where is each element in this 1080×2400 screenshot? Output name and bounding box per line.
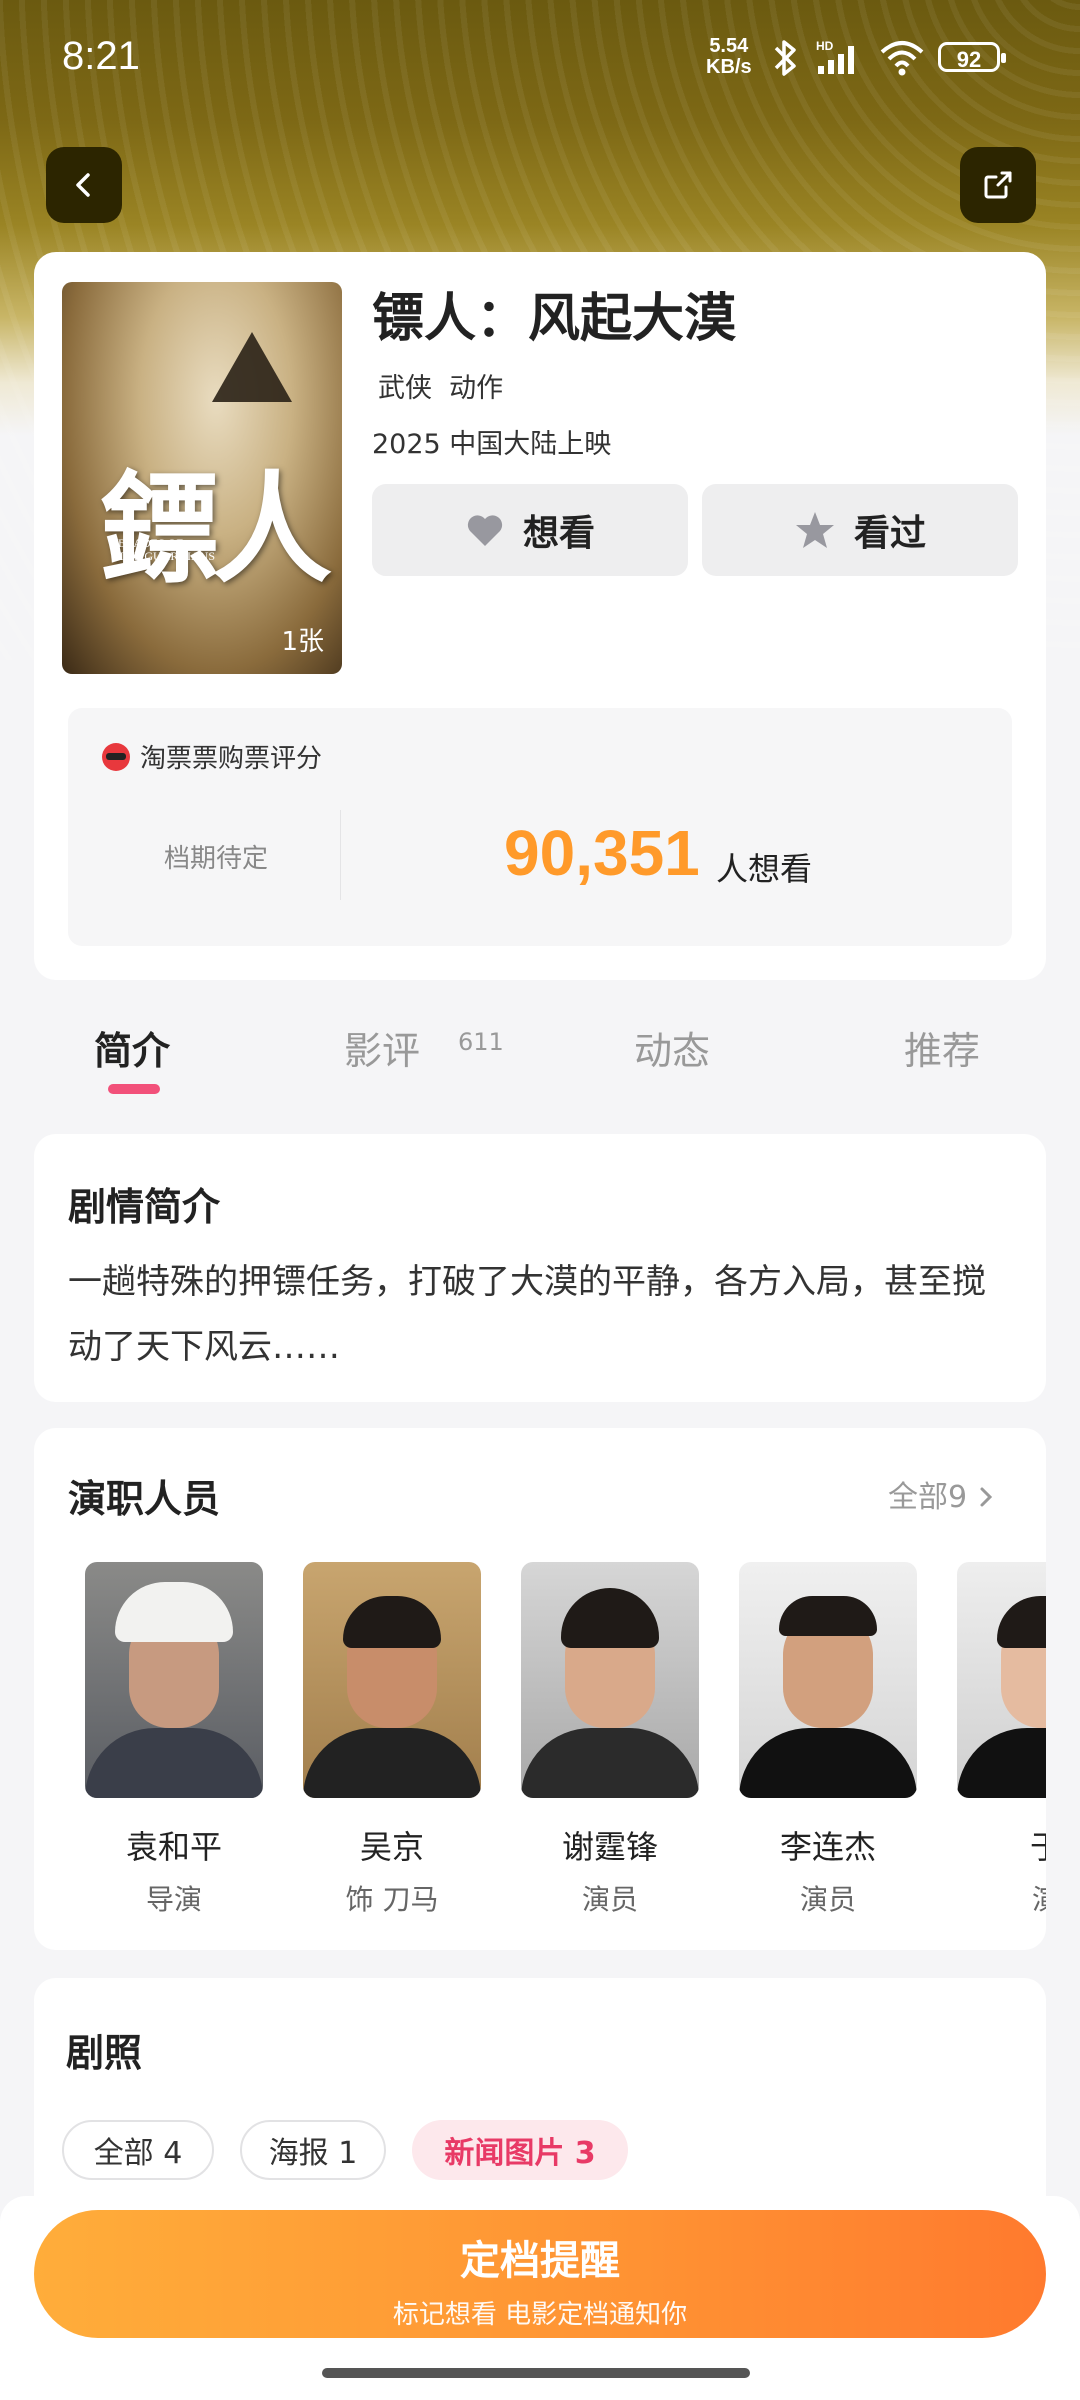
cast-member[interactable]: 于 演 — [956, 1562, 1046, 1918]
stills-filter-all[interactable]: 全部 4 — [62, 2120, 214, 2180]
cast-photo — [739, 1562, 917, 1798]
bluetooth-icon — [774, 40, 796, 76]
movie-poster[interactable]: 鏢人 BLADES OF THE GUARDIANS 1张 — [62, 282, 342, 674]
poster-count: 1张 — [281, 627, 324, 657]
want-count-suffix: 人想看 — [716, 850, 813, 888]
watched-button[interactable]: 看过 — [702, 484, 1018, 576]
watched-label: 看过 — [853, 513, 926, 554]
cast-name: 吴京 — [359, 1828, 424, 1866]
cast-photo — [521, 1562, 699, 1798]
cast-photo — [303, 1562, 481, 1798]
tab-reviews[interactable]: 影评 — [344, 1020, 420, 1075]
network-speed-unit: KB/s — [706, 56, 752, 78]
hair-shape — [997, 1596, 1046, 1648]
tab-reviews-count: 611 — [458, 1028, 504, 1056]
cast-name: 于 — [1029, 1828, 1046, 1866]
shirt-shape — [85, 1728, 263, 1798]
rating-source-label: 淘票票购票评分 — [140, 744, 323, 774]
tab-indicator — [108, 1084, 160, 1094]
cast-member[interactable]: 袁和平 导演 — [84, 1562, 264, 1918]
movie-title: 镖人：风起大漠 — [372, 289, 737, 349]
cast-see-all-label: 全部9 — [888, 1480, 968, 1515]
cast-scroller[interactable]: 袁和平 导演 吴京 饰 刀马 谢霆锋 演员 李连杰 演员 于 演 — [34, 1562, 1046, 1922]
back-button[interactable] — [46, 147, 122, 223]
tab-intro[interactable]: 简介 — [94, 1020, 170, 1075]
movie-genres: 武侠 动作 — [378, 373, 504, 404]
cast-name: 袁和平 — [125, 1828, 222, 1866]
cast-see-all-button[interactable]: 全部9 — [888, 1472, 995, 1516]
cast-role: 导演 — [145, 1883, 202, 1916]
status-bar: 8:21 5.54 KB/s HD 92 — [0, 0, 1080, 120]
cast-heading: 演职人员 — [68, 1477, 221, 1521]
synopsis-heading: 剧情简介 — [68, 1185, 221, 1229]
cast-role: 饰 刀马 — [345, 1883, 439, 1916]
status-time: 8:21 — [62, 34, 140, 78]
want-to-watch-button[interactable]: 想看 — [372, 484, 688, 576]
cast-member[interactable]: 吴京 饰 刀马 — [302, 1562, 482, 1918]
home-indicator[interactable] — [322, 2368, 750, 2378]
cast-role: 演员 — [581, 1883, 638, 1916]
want-count: 90,351 — [504, 817, 700, 889]
cap-shape — [115, 1582, 233, 1642]
share-icon — [984, 171, 1012, 199]
poster-subtitle-line: THE GUARDIANS — [118, 549, 215, 563]
heart-icon — [467, 515, 503, 546]
movie-release: 2025 中国大陆上映 — [372, 429, 612, 460]
share-button[interactable] — [960, 147, 1036, 223]
stills-heading: 剧照 — [66, 2031, 143, 2075]
release-reminder-button[interactable]: 定档提醒 标记想看 电影定档通知你 — [34, 2210, 1046, 2338]
hair-shape — [343, 1596, 441, 1648]
tab-updates[interactable]: 动态 — [634, 1020, 710, 1075]
rating-box: 淘票票购票评分 档期待定 90,351 人想看 — [68, 708, 1012, 946]
cast-member[interactable]: 谢霆锋 演员 — [520, 1562, 700, 1918]
want-to-watch-label: 想看 — [522, 513, 595, 554]
poster-subtitle: BLADES OF THE GUARDIANS — [118, 537, 215, 563]
cast-member[interactable]: 李连杰 演员 — [738, 1562, 918, 1918]
taopiaopiao-logo-icon — [102, 742, 130, 771]
cast-name: 李连杰 — [779, 1828, 876, 1866]
battery-icon: 92 — [938, 42, 1006, 72]
shirt-shape — [739, 1728, 917, 1798]
chevron-right-icon — [980, 1487, 992, 1507]
shirt-shape — [303, 1728, 481, 1798]
cta-title: 定档提醒 — [460, 2238, 620, 2284]
wifi-icon — [880, 41, 924, 76]
rating-divider — [340, 810, 341, 900]
cast-name: 谢霆锋 — [561, 1828, 658, 1866]
tab-recommend[interactable]: 推荐 — [904, 1020, 980, 1075]
hair-shape — [779, 1596, 877, 1636]
stills-filter-posters[interactable]: 海报 1 — [240, 2120, 386, 2180]
rating-pending: 档期待定 — [164, 844, 269, 874]
svg-text:HD: HD — [816, 39, 834, 53]
cta-subtitle: 标记想看 电影定档通知你 — [392, 2300, 688, 2330]
poster-logo: 鏢人 — [100, 459, 332, 600]
shirt-shape — [957, 1728, 1046, 1798]
chevron-left-icon — [76, 173, 90, 197]
cast-role: 演 — [1031, 1883, 1046, 1916]
poster-figure — [212, 332, 292, 402]
stills-filter-news[interactable]: 新闻图片 3 — [412, 2120, 628, 2180]
cast-photo — [957, 1562, 1046, 1798]
hd-signal-icon: HD — [816, 39, 854, 74]
rating-source: 淘票票购票评分 — [100, 738, 322, 775]
cast-photo — [85, 1562, 263, 1798]
network-speed: 5.54 KB/s — [706, 36, 752, 78]
hair-shape — [561, 1588, 659, 1648]
network-speed-value: 5.54 — [709, 35, 749, 57]
cast-role: 演员 — [799, 1883, 856, 1916]
shirt-shape — [521, 1728, 699, 1798]
star-icon — [795, 512, 834, 548]
synopsis-text[interactable]: 一趟特殊的押镖任务，打破了大漠的平静，各方入局，甚至搅动了天下风云…… — [68, 1250, 1012, 1380]
